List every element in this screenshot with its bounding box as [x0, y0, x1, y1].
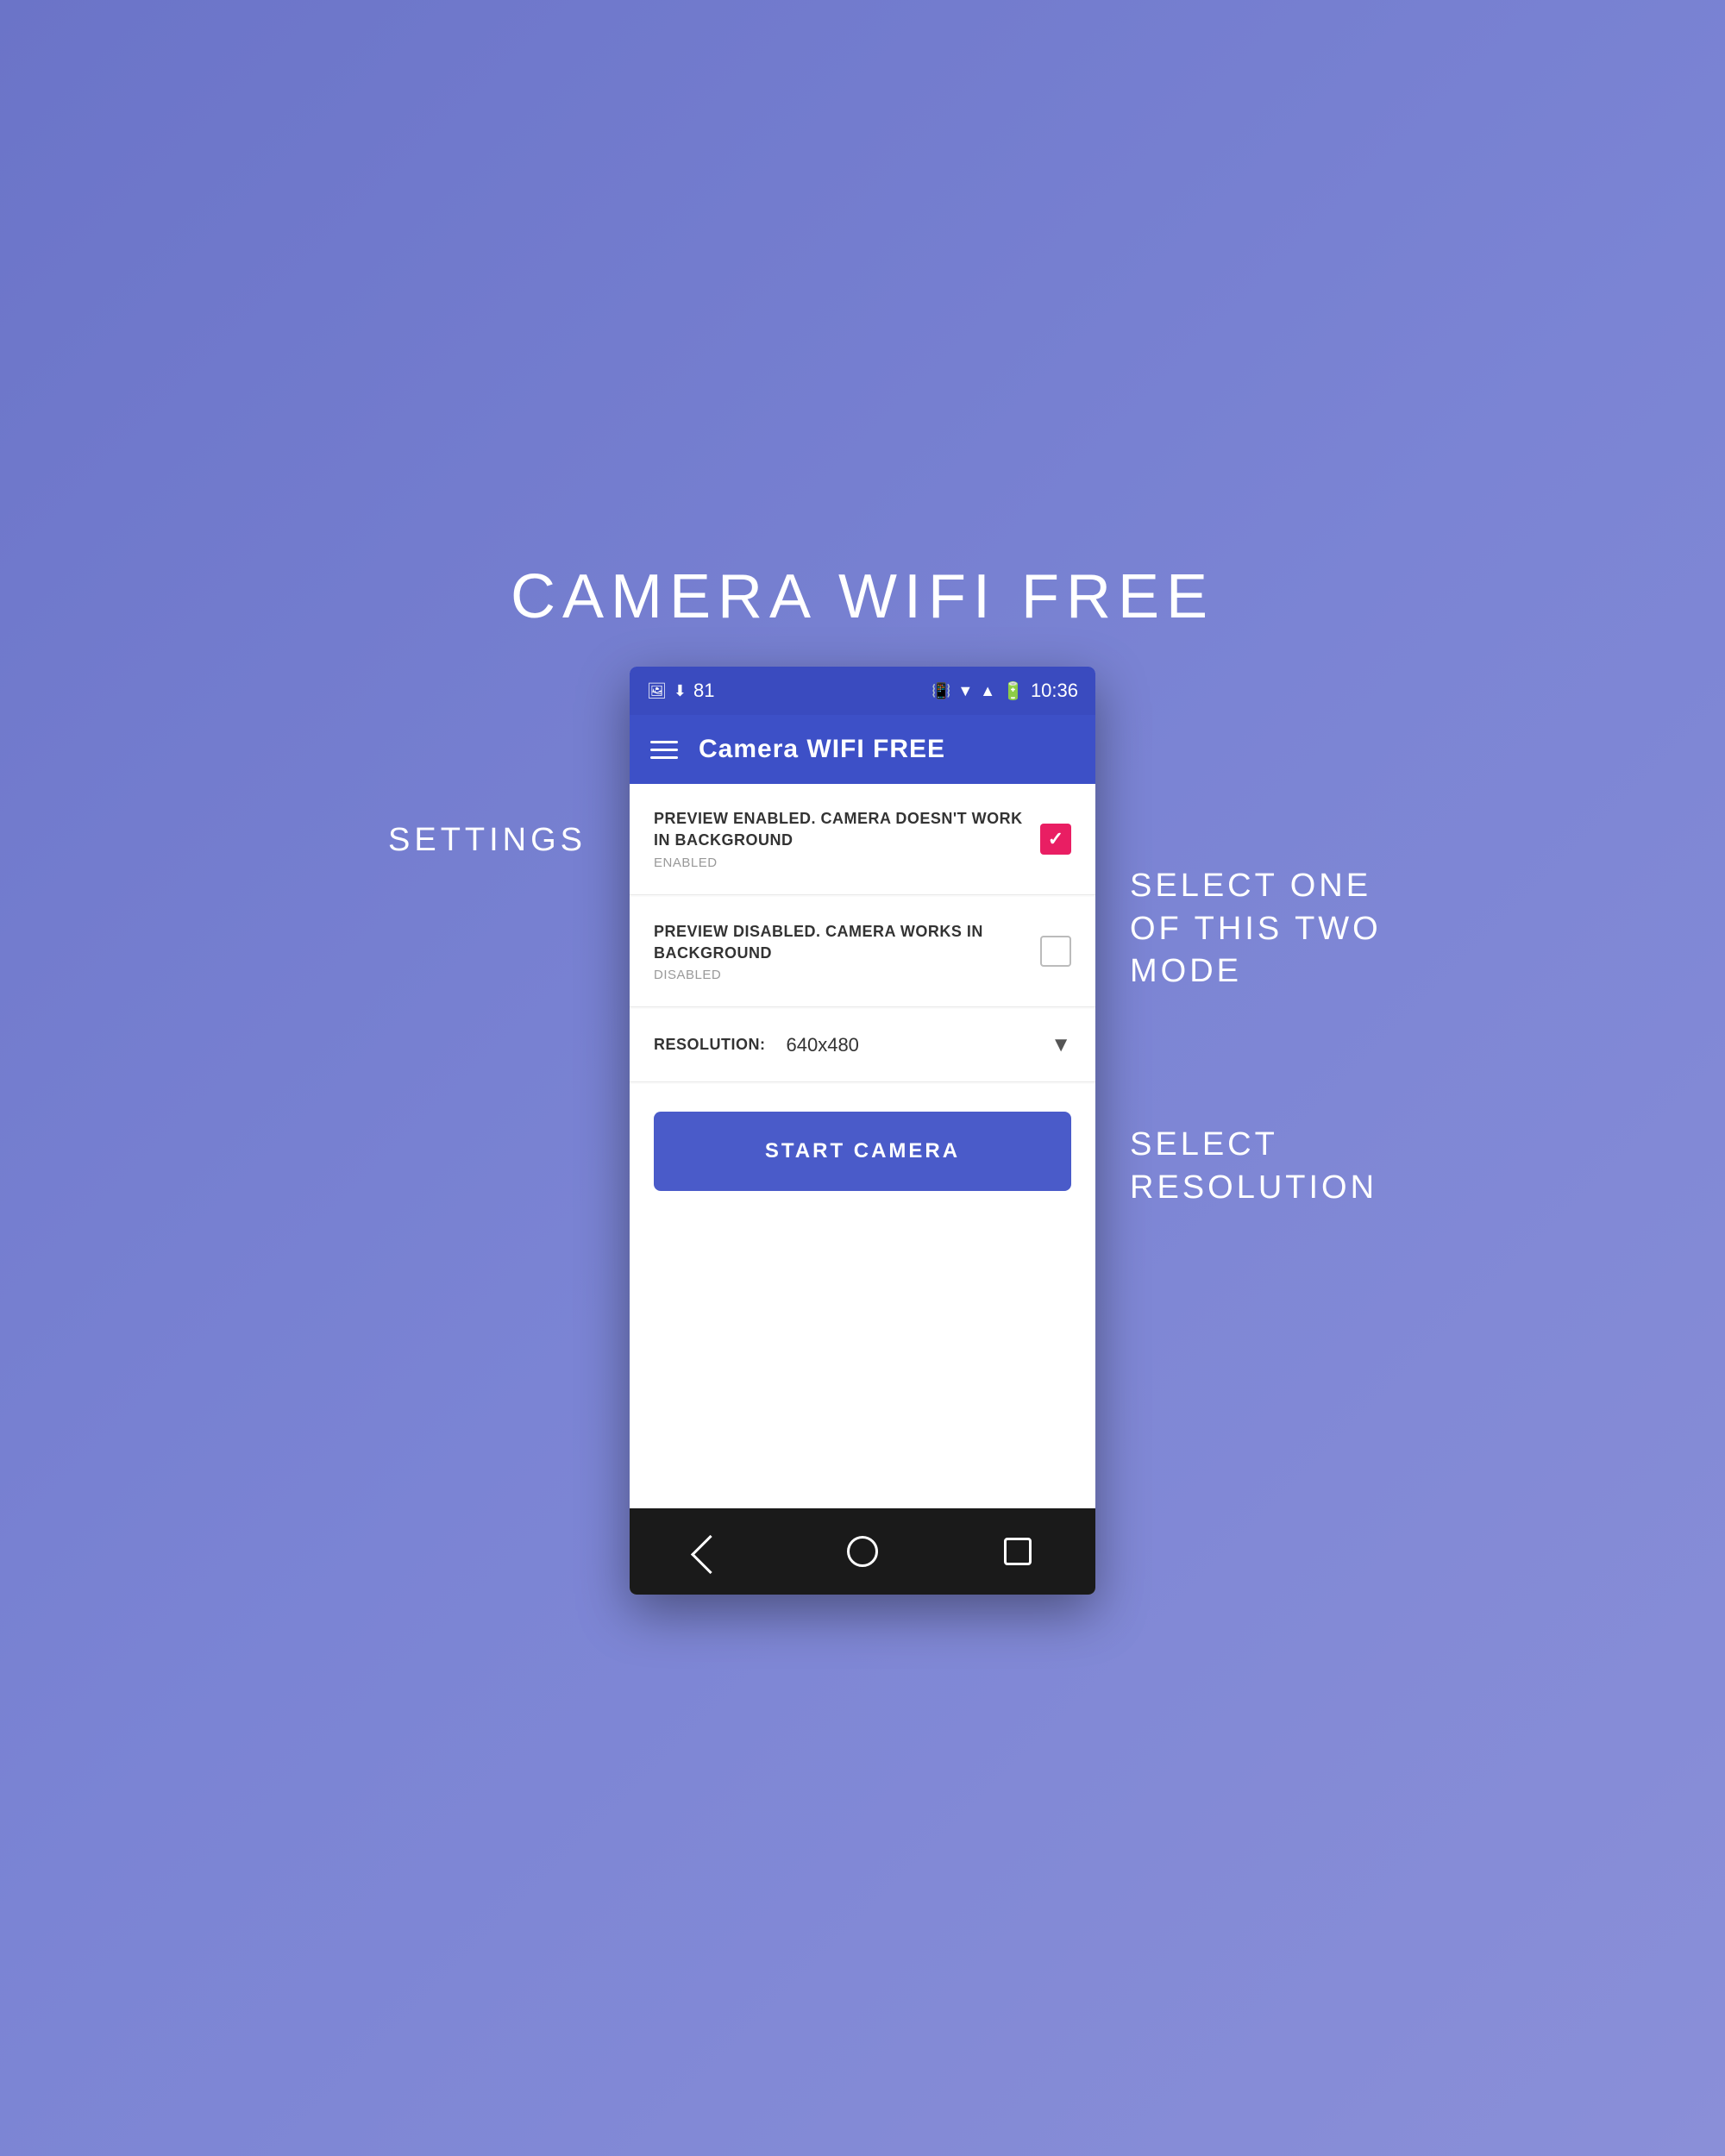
preview-disabled-title: PREVIEW DISABLED. CAMERA WORKS IN BACKGR…: [654, 921, 1023, 964]
back-button[interactable]: [686, 1530, 729, 1573]
phone-frame: 🖼 ⬇ 81 📳 ▼ ▲ 🔋 10:36 Camera WIFI FREE: [630, 667, 1095, 1595]
select-mode-label: SELECT ONE OF THIS TWO MODE: [1130, 865, 1406, 993]
preview-enabled-checkbox[interactable]: [1040, 824, 1071, 855]
resolution-row: RESOLUTION: 640x480 ▼: [630, 1009, 1095, 1082]
empty-content: [630, 1215, 1095, 1508]
start-camera-section: START CAMERA: [630, 1084, 1095, 1215]
content-area: PREVIEW ENABLED. CAMERA DOESN'T WORK IN …: [630, 784, 1095, 1508]
resolution-select[interactable]: 640x480 ▼: [787, 1033, 1072, 1057]
notification-count: 81: [693, 680, 714, 702]
back-icon: [691, 1535, 730, 1574]
preview-enabled-subtitle: ENABLED: [654, 856, 1023, 870]
resolution-label: RESOLUTION:: [654, 1036, 766, 1054]
wifi-icon: ▼: [957, 682, 973, 700]
status-time: 10:36: [1031, 680, 1078, 702]
hamburger-menu-button[interactable]: [650, 741, 678, 759]
battery-icon: 🔋: [1002, 680, 1024, 702]
chevron-down-icon: ▼: [1051, 1033, 1071, 1057]
preview-enabled-title: PREVIEW ENABLED. CAMERA DOESN'T WORK IN …: [654, 808, 1023, 851]
signal-icon: ▲: [980, 682, 995, 700]
home-button[interactable]: [841, 1530, 884, 1573]
nav-bar: [630, 1508, 1095, 1595]
preview-enabled-setting[interactable]: PREVIEW ENABLED. CAMERA DOESN'T WORK IN …: [630, 784, 1095, 894]
select-resolution-label: SELECT RESOLUTION: [1130, 1124, 1406, 1209]
preview-disabled-subtitle: DISABLED: [654, 968, 1023, 982]
recents-icon: [1004, 1538, 1032, 1565]
page-title: CAMERA WIFI FREE: [511, 561, 1214, 632]
home-icon: [847, 1536, 878, 1567]
preview-disabled-setting[interactable]: PREVIEW DISABLED. CAMERA WORKS IN BACKGR…: [630, 897, 1095, 1007]
status-bar: 🖼 ⬇ 81 📳 ▼ ▲ 🔋 10:36: [630, 667, 1095, 715]
preview-enabled-text: PREVIEW ENABLED. CAMERA DOESN'T WORK IN …: [654, 808, 1040, 869]
app-bar-title: Camera WIFI FREE: [699, 735, 945, 764]
preview-disabled-text: PREVIEW DISABLED. CAMERA WORKS IN BACKGR…: [654, 921, 1040, 982]
recents-button[interactable]: [996, 1530, 1039, 1573]
download-icon: ⬇: [674, 682, 687, 700]
vibrate-icon: 📳: [932, 682, 950, 700]
image-icon: 🖼: [647, 682, 667, 700]
resolution-value: 640x480: [787, 1034, 1044, 1056]
start-camera-button[interactable]: START CAMERA: [654, 1112, 1071, 1191]
app-bar: Camera WIFI FREE: [630, 715, 1095, 784]
preview-disabled-checkbox[interactable]: [1040, 936, 1071, 967]
settings-side-label: SETTINGS: [388, 822, 595, 859]
